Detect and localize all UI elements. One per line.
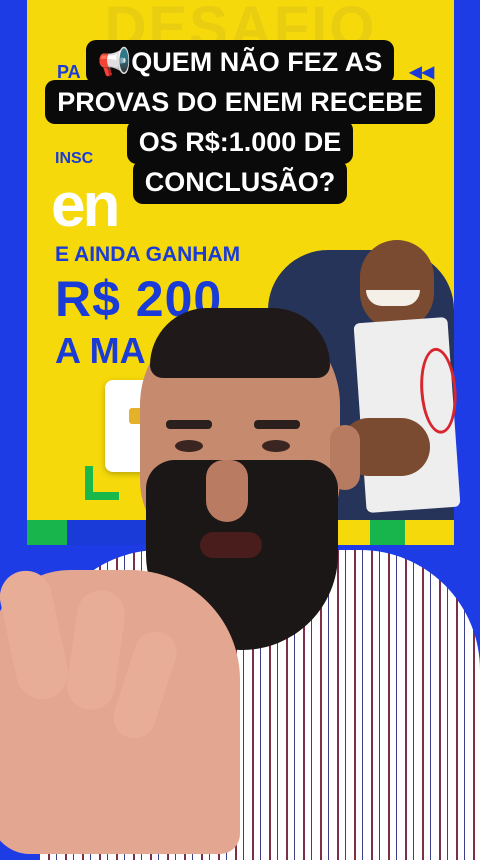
left-eyebrow (166, 420, 212, 429)
megaphone-icon: 📢 (97, 47, 132, 77)
caption-line-1-text: QUEM NÃO FEZ AS (131, 47, 383, 77)
presenter-hair (150, 308, 330, 378)
caption-line-2: PROVAS DO ENEM RECEBE (45, 80, 435, 124)
presenter-nose (206, 460, 248, 522)
presenter-video (0, 300, 480, 860)
video-caption: 📢QUEM NÃO FEZ AS PROVAS DO ENEM RECEBE O… (0, 40, 480, 204)
right-eyebrow (254, 420, 300, 429)
left-eye (175, 440, 203, 452)
poster-earn-text: E AINDA GANHAM (55, 243, 241, 266)
caption-line-1: 📢QUEM NÃO FEZ AS (85, 40, 395, 84)
right-eye (262, 440, 290, 452)
caption-line-4: CONCLUSÃO? (132, 160, 348, 204)
presenter-mouth (200, 532, 262, 558)
caption-line-3: OS R$:1.000 DE (126, 120, 354, 164)
